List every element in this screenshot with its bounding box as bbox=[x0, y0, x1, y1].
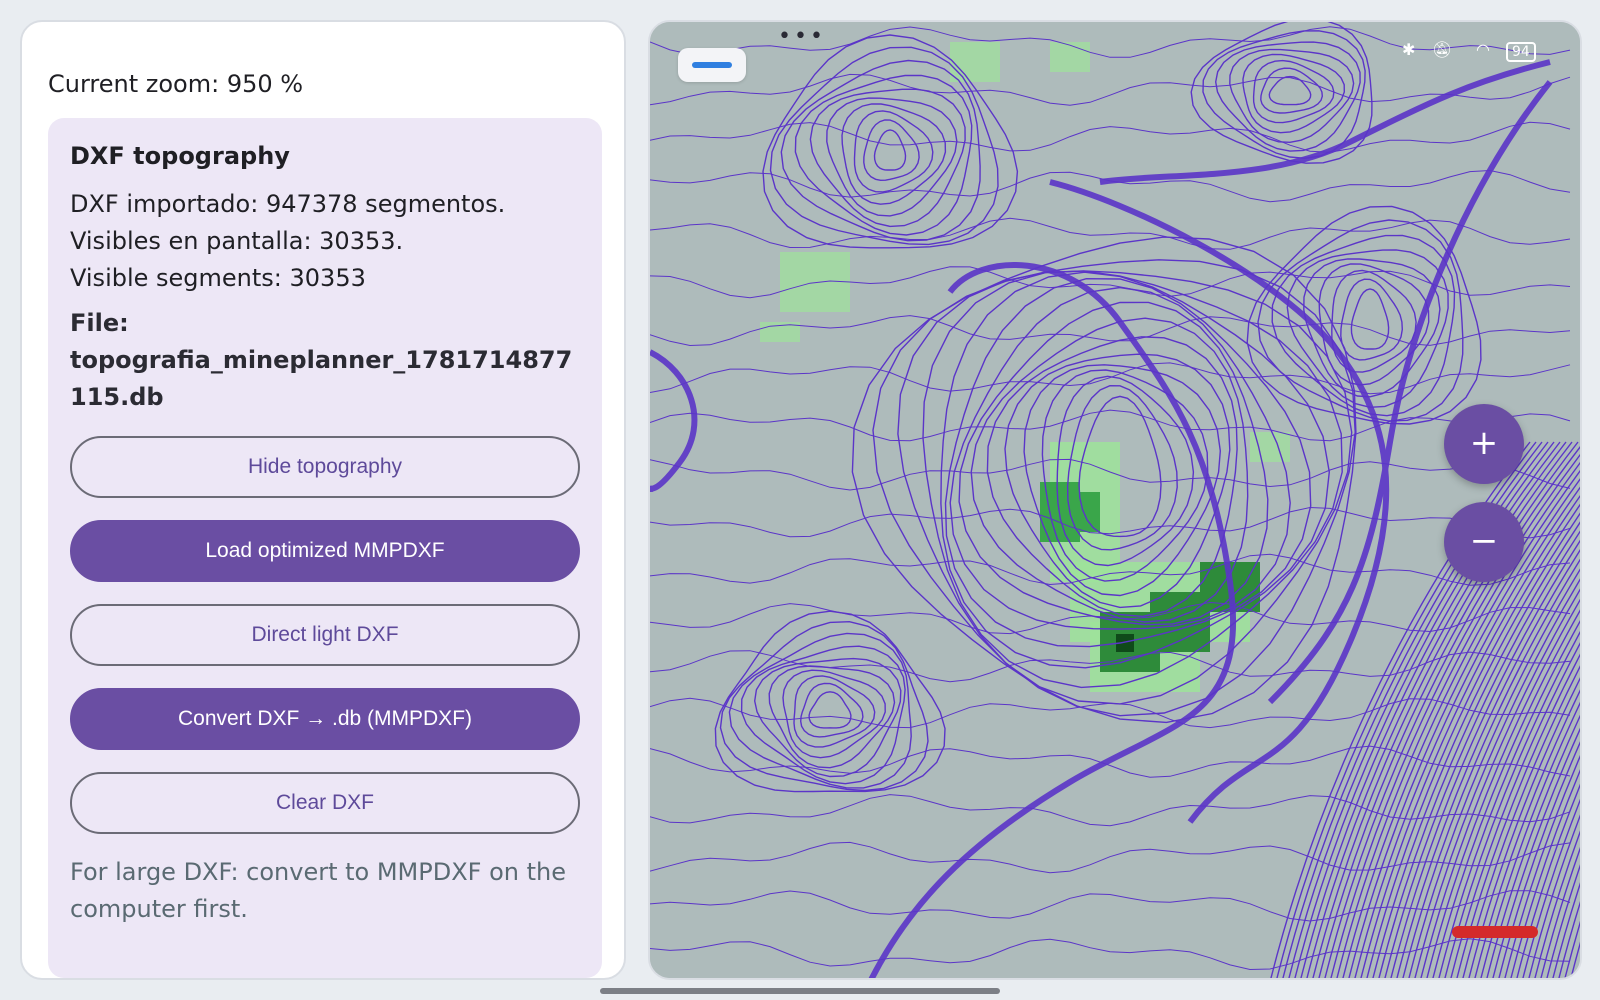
dxf-topography-card: DXF topography DXF importado: 947378 seg… bbox=[48, 118, 602, 978]
info-visible-segments: Visible segments: 30353 bbox=[70, 264, 366, 292]
info-visible-screen: Visibles en pantalla: 30353. bbox=[70, 227, 404, 255]
topography-map[interactable]: ••• ✱ 🔕︎ ◠ 94 + − bbox=[648, 20, 1582, 980]
window-menu-dots[interactable]: ••• bbox=[778, 24, 826, 49]
clear-dxf-button[interactable]: Clear DXF bbox=[70, 772, 580, 834]
home-indicator[interactable] bbox=[600, 988, 1000, 994]
info-imported: DXF importado: 947378 segmentos. bbox=[70, 190, 506, 218]
hide-topography-button[interactable]: Hide topography bbox=[70, 436, 580, 498]
mute-icon: 🔕︎ bbox=[1432, 40, 1453, 59]
direct-light-dxf-button[interactable]: Direct light DXF bbox=[70, 604, 580, 666]
pill-bar bbox=[692, 62, 732, 68]
load-optimized-button[interactable]: Load optimized MMPDXF bbox=[70, 520, 580, 582]
battery-icon: 94 bbox=[1506, 42, 1536, 62]
large-dxf-hint: For large DXF: convert to MMPDXF on the … bbox=[70, 858, 566, 923]
convert-dxf-button[interactable]: Convert DXF → .db (MMPDXF) bbox=[70, 688, 580, 750]
current-zoom-label: Current zoom: 950 % bbox=[48, 70, 304, 98]
file-label: File: bbox=[70, 309, 129, 337]
contour-map-canvas[interactable] bbox=[650, 22, 1582, 980]
dxf-panel: Current zoom: 950 % DXF topography DXF i… bbox=[20, 20, 626, 980]
file-name: topografia_mineplanner_1781714877115.db bbox=[70, 346, 573, 411]
zoom-in-button[interactable]: + bbox=[1444, 404, 1524, 484]
wifi-icon: ◠ bbox=[1476, 40, 1490, 59]
bluetooth-icon: ✱ bbox=[1402, 40, 1416, 59]
zoom-out-button[interactable]: − bbox=[1444, 502, 1524, 582]
drag-handle-pill[interactable] bbox=[678, 48, 746, 82]
card-title: DXF topography bbox=[70, 142, 290, 170]
scale-bar bbox=[1452, 926, 1538, 938]
